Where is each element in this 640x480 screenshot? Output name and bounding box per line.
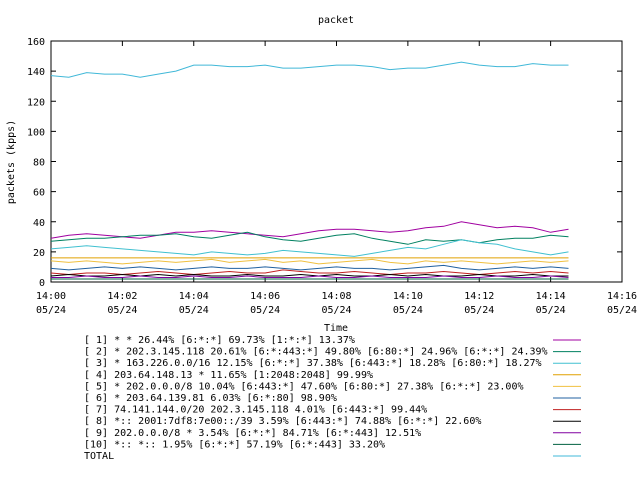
y-tick-label: 20 <box>33 248 45 259</box>
y-tick-label: 140 <box>27 67 45 78</box>
x-tick-date-label: 05/24 <box>536 305 566 316</box>
series-line-5 <box>50 258 569 265</box>
x-tick-time-label: 14:10 <box>393 291 423 302</box>
y-tick-label: 40 <box>33 218 45 229</box>
y-tick-label: 120 <box>27 97 45 108</box>
y-tick-label: 160 <box>27 37 45 48</box>
series-line-2 <box>50 231 569 245</box>
legend-label: [ 3] * 163.226.0.0/16 12.15% [6:*:*] 37.… <box>84 358 542 369</box>
x-tick-date-label: 05/24 <box>179 305 209 316</box>
series-lines <box>50 61 569 280</box>
legend-label: [ 9] 202.0.0.0/8 * 3.54% [6:*:*] 84.71% … <box>84 428 421 439</box>
y-tick-label: 0 <box>39 278 45 289</box>
series-line-3 <box>50 239 569 257</box>
x-tick-time-label: 14:12 <box>464 291 494 302</box>
x-tick-date-label: 05/24 <box>107 305 137 316</box>
y-tick-label: 60 <box>33 188 45 199</box>
x-tick-time-label: 14:00 <box>36 291 66 302</box>
series-line-9 <box>51 275 569 278</box>
series-line-8 <box>50 273 569 277</box>
legend-label: [ 8] *:: 2001:7df8:7e00::/39 3.59% [6:44… <box>84 416 481 427</box>
x-tick-time-label: 14:04 <box>179 291 209 302</box>
legend-label: [ 1] * * 26.44% [6:*:*] 69.73% [1:*:*] 1… <box>84 335 355 346</box>
x-tick-time-label: 14:08 <box>321 291 351 302</box>
x-tick-time-label: 14:16 <box>607 291 637 302</box>
legend-label: [ 7] 74.141.144.0/20 202.3.145.118 4.01%… <box>84 405 427 416</box>
x-tick-date-label: 05/24 <box>607 305 637 316</box>
x-tick-date-label: 05/24 <box>250 305 280 316</box>
plot-frame <box>50 40 623 283</box>
legend-label: [ 6] * 203.64.139.81 6.03% [6:*:80] 98.9… <box>84 393 337 404</box>
chart-title: packet <box>318 15 354 26</box>
x-axis-label: Time <box>324 323 348 334</box>
series-line-7 <box>50 269 569 276</box>
x-tick-time-label: 14:06 <box>250 291 280 302</box>
legend-label: [ 2] * 202.3.145.118 20.61% [6:*:443:*] … <box>84 347 548 358</box>
x-tick-time-label: 14:02 <box>107 291 137 302</box>
series-line-11 <box>50 61 569 78</box>
legend-label: [ 4] 203.64.148.13 * 11.65% [1:2048:2048… <box>84 370 373 381</box>
x-tick-time-label: 14:14 <box>536 291 566 302</box>
x-tick-date-label: 05/24 <box>393 305 423 316</box>
series-line-6 <box>50 264 569 271</box>
legend-label: [ 5] * 202.0.0.0/8 10.04% [6:443:*] 47.6… <box>84 381 524 392</box>
y-axis-ticks: 0 20 40 60 80 100 120 140 160 <box>27 37 622 289</box>
x-tick-date-label: 05/24 <box>36 305 66 316</box>
y-axis-label: packets (kpps) <box>6 120 17 204</box>
legend: [ 1] * * 26.44% [6:*:*] 69.73% [1:*:*] 1… <box>84 335 581 462</box>
legend-label: [10] *:: *:: 1.95% [6:*:*] 57.19% [6:*:4… <box>84 439 385 450</box>
y-tick-label: 100 <box>27 127 45 138</box>
legend-label: TOTAL <box>84 451 114 462</box>
x-tick-date-label: 05/24 <box>321 305 351 316</box>
x-tick-date-label: 05/24 <box>464 305 494 316</box>
y-tick-label: 80 <box>33 158 45 169</box>
packet-chart: packet packets (kpps) 0 20 40 60 80 100 120 140… <box>6 15 637 462</box>
